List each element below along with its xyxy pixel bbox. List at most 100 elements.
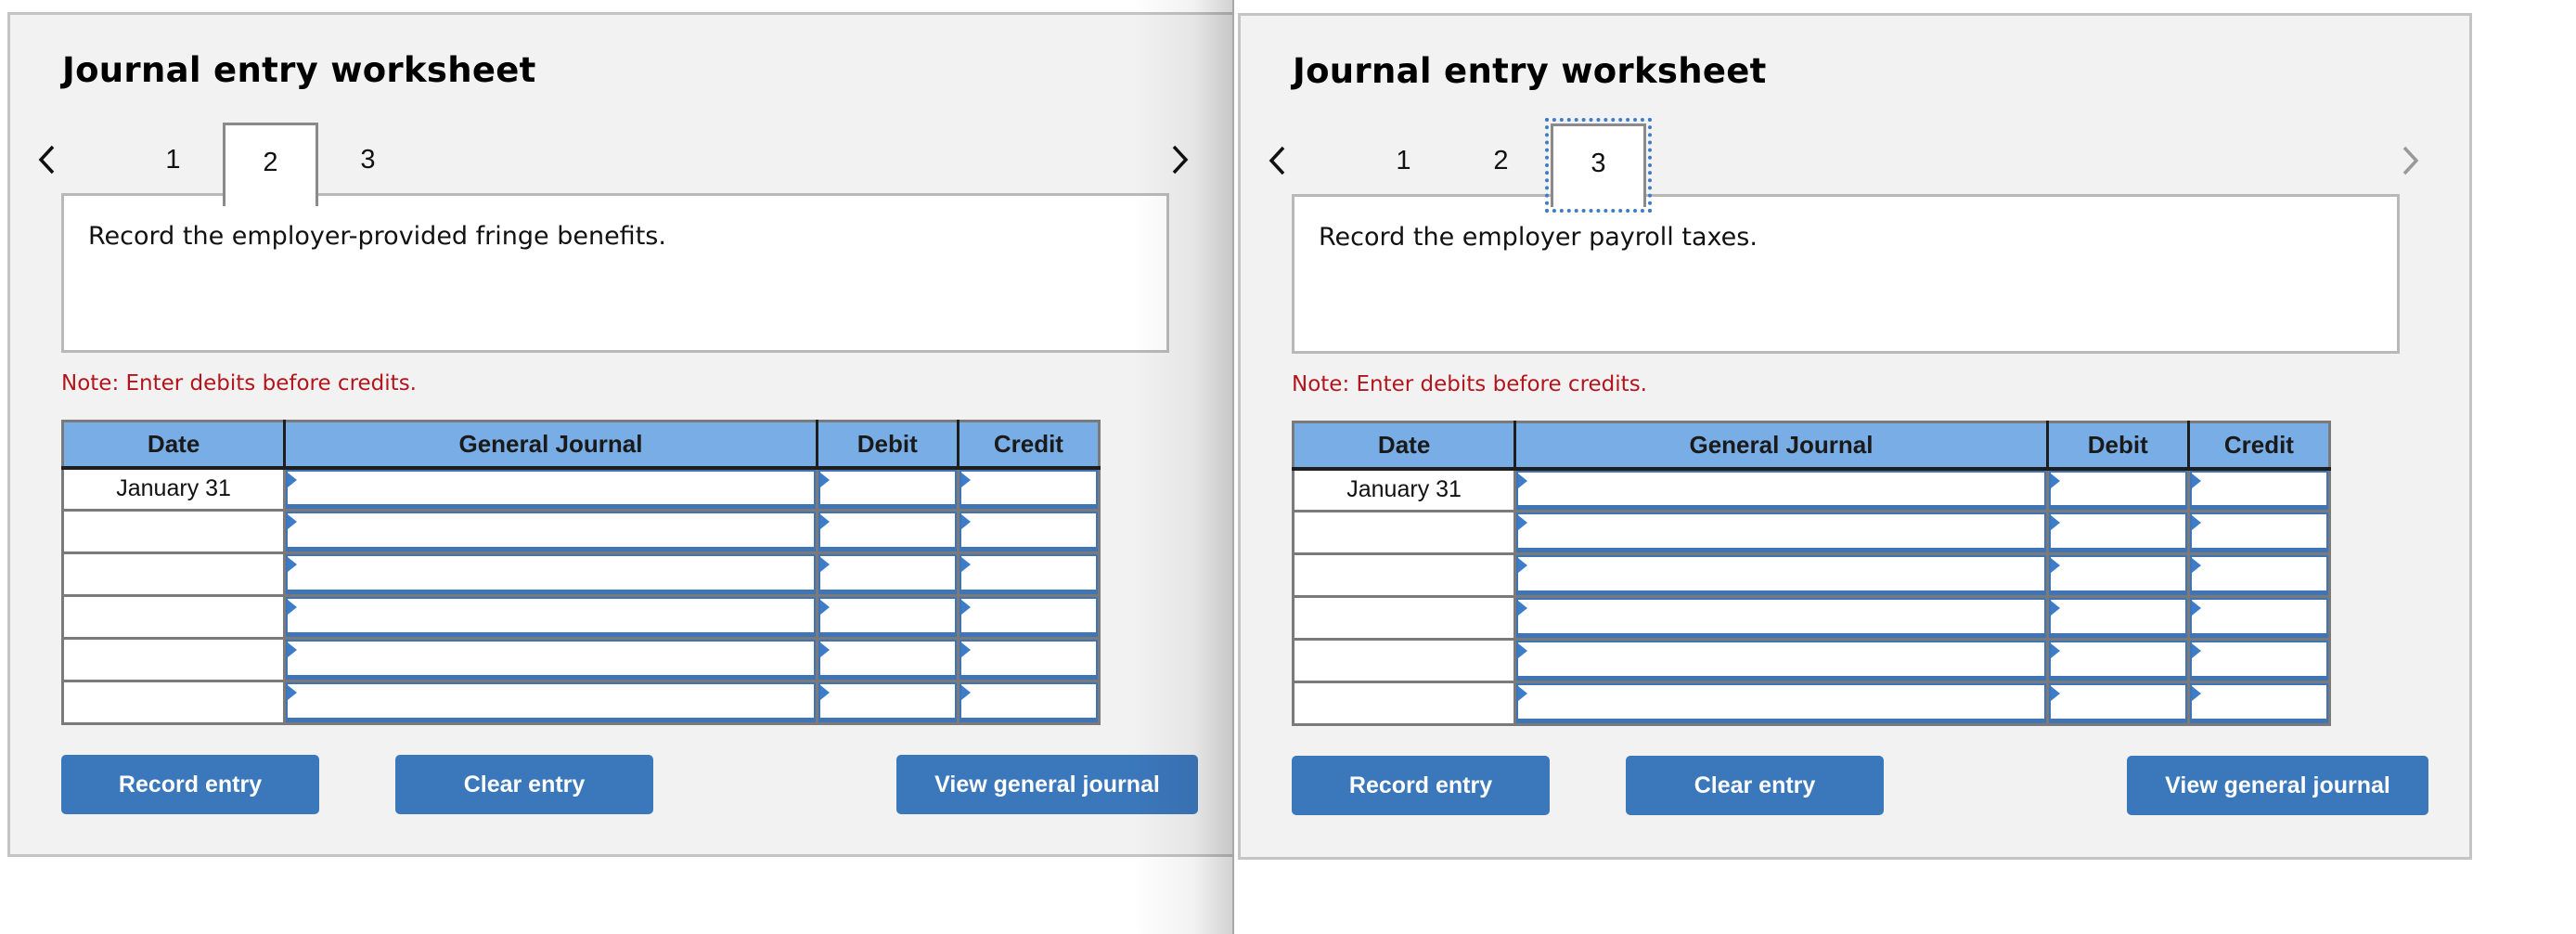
account-input[interactable] [286, 512, 816, 551]
journal-entry-table: Date General Journal Debit Credit Januar… [60, 420, 1101, 725]
column-header-general-journal: General Journal [283, 421, 818, 469]
column-header-date: Date [62, 421, 287, 469]
date-cell [60, 680, 287, 725]
credit-input[interactable] [959, 469, 1098, 509]
credit-input[interactable] [2189, 683, 2328, 723]
account-input[interactable] [286, 640, 816, 680]
table-row: January 31 [1291, 467, 2332, 512]
account-input[interactable] [286, 597, 816, 637]
column-header-general-journal: General Journal [1513, 422, 2049, 470]
table-header-row: Date General Journal Debit Credit [62, 421, 1100, 469]
debit-input[interactable] [2048, 641, 2187, 681]
credit-input[interactable] [2189, 470, 2328, 510]
account-input[interactable] [286, 554, 816, 594]
chevron-right-icon[interactable] [1166, 141, 1194, 178]
debit-input[interactable] [2048, 598, 2187, 638]
table-row: January 31 [60, 466, 1101, 512]
table-row [60, 680, 1101, 725]
table-row [60, 594, 1101, 640]
credit-input[interactable] [2189, 512, 2328, 552]
debit-input[interactable] [818, 554, 957, 594]
credit-input[interactable] [2189, 555, 2328, 595]
column-header-debit: Debit [815, 421, 960, 469]
chevron-right-icon [2397, 142, 2425, 179]
view-general-journal-button[interactable]: View general journal [2127, 756, 2428, 815]
date-cell [1291, 681, 1517, 726]
journal-entry-table: Date General Journal Debit Credit Januar… [1291, 421, 2332, 726]
account-input[interactable] [1516, 555, 2046, 595]
chevron-left-icon[interactable] [34, 141, 62, 178]
account-input[interactable] [1516, 683, 2046, 723]
debit-input[interactable] [818, 640, 957, 680]
account-input[interactable] [1516, 598, 2046, 638]
worksheet-screenshot-2: Journal entry worksheet 1 2 3 Record the… [1234, 0, 2576, 934]
chevron-left-icon[interactable] [1265, 142, 1293, 179]
credit-input[interactable] [959, 640, 1098, 680]
column-header-credit: Credit [956, 421, 1100, 469]
entry-note: Note: Enter debits before credits. [1292, 372, 1647, 396]
date-cell: January 31 [60, 466, 287, 512]
entry-prompt-box: Record the employer-provided fringe bene… [61, 193, 1169, 353]
view-general-journal-button[interactable]: View general journal [896, 755, 1198, 814]
date-cell [1291, 510, 1517, 555]
column-header-debit: Debit [2045, 422, 2190, 470]
debit-input[interactable] [818, 597, 957, 637]
date-cell [60, 594, 287, 640]
clear-entry-button[interactable]: Clear entry [1626, 756, 1884, 815]
credit-input[interactable] [2189, 641, 2328, 681]
tab-entry-3[interactable]: 3 [1545, 118, 1652, 213]
tab-entry-1[interactable]: 1 [1356, 123, 1451, 204]
table-row [1291, 681, 2332, 726]
account-input[interactable] [286, 682, 816, 722]
debit-input[interactable] [818, 682, 957, 722]
column-header-credit: Credit [2186, 422, 2330, 470]
record-entry-button[interactable]: Record entry [61, 755, 319, 814]
table-row [1291, 638, 2332, 683]
date-cell: January 31 [1291, 467, 1517, 512]
tab-entry-1[interactable]: 1 [125, 123, 221, 203]
journal-entry-worksheet-panel: Journal entry worksheet 1 2 3 Record the… [1238, 13, 2472, 860]
worksheet-screenshot-1: Journal entry worksheet 1 2 3 Record the… [0, 0, 1234, 934]
entry-prompt-text: Record the employer payroll taxes. [1319, 223, 1758, 252]
debit-input[interactable] [2048, 683, 2187, 723]
account-input[interactable] [1516, 470, 2046, 510]
date-cell [1291, 595, 1517, 641]
record-entry-button[interactable]: Record entry [1292, 756, 1550, 815]
table-header-row: Date General Journal Debit Credit [1293, 422, 2330, 470]
debit-input[interactable] [2048, 512, 2187, 552]
account-input[interactable] [286, 469, 816, 509]
date-cell [60, 509, 287, 554]
date-cell [60, 551, 287, 597]
worksheet-title: Journal entry worksheet [62, 50, 536, 90]
credit-input[interactable] [959, 682, 1098, 722]
entry-prompt-text: Record the employer-provided fringe bene… [88, 222, 666, 251]
worksheet-title: Journal entry worksheet [1293, 51, 1767, 91]
debit-input[interactable] [2048, 555, 2187, 595]
tab-entry-3[interactable]: 3 [320, 123, 416, 203]
table-row [1291, 552, 2332, 598]
date-cell [1291, 638, 1517, 683]
entry-note: Note: Enter debits before credits. [61, 371, 417, 396]
journal-entry-worksheet-panel: Journal entry worksheet 1 2 3 Record the… [7, 12, 1234, 857]
credit-input[interactable] [959, 554, 1098, 594]
date-cell [1291, 552, 1517, 598]
account-input[interactable] [1516, 641, 2046, 681]
debit-input[interactable] [818, 512, 957, 551]
date-cell [60, 637, 287, 682]
table-row [1291, 595, 2332, 641]
entry-prompt-box: Record the employer payroll taxes. [1292, 194, 2400, 354]
credit-input[interactable] [2189, 598, 2328, 638]
table-row [60, 637, 1101, 682]
credit-input[interactable] [959, 597, 1098, 637]
debit-input[interactable] [2048, 470, 2187, 510]
table-row [60, 509, 1101, 554]
debit-input[interactable] [818, 469, 957, 509]
table-row [60, 551, 1101, 597]
credit-input[interactable] [959, 512, 1098, 551]
account-input[interactable] [1516, 512, 2046, 552]
clear-entry-button[interactable]: Clear entry [395, 755, 653, 814]
column-header-date: Date [1293, 422, 1517, 470]
table-row [1291, 510, 2332, 555]
tab-entry-2[interactable]: 2 [1453, 123, 1549, 204]
tab-entry-2[interactable]: 2 [223, 123, 318, 206]
